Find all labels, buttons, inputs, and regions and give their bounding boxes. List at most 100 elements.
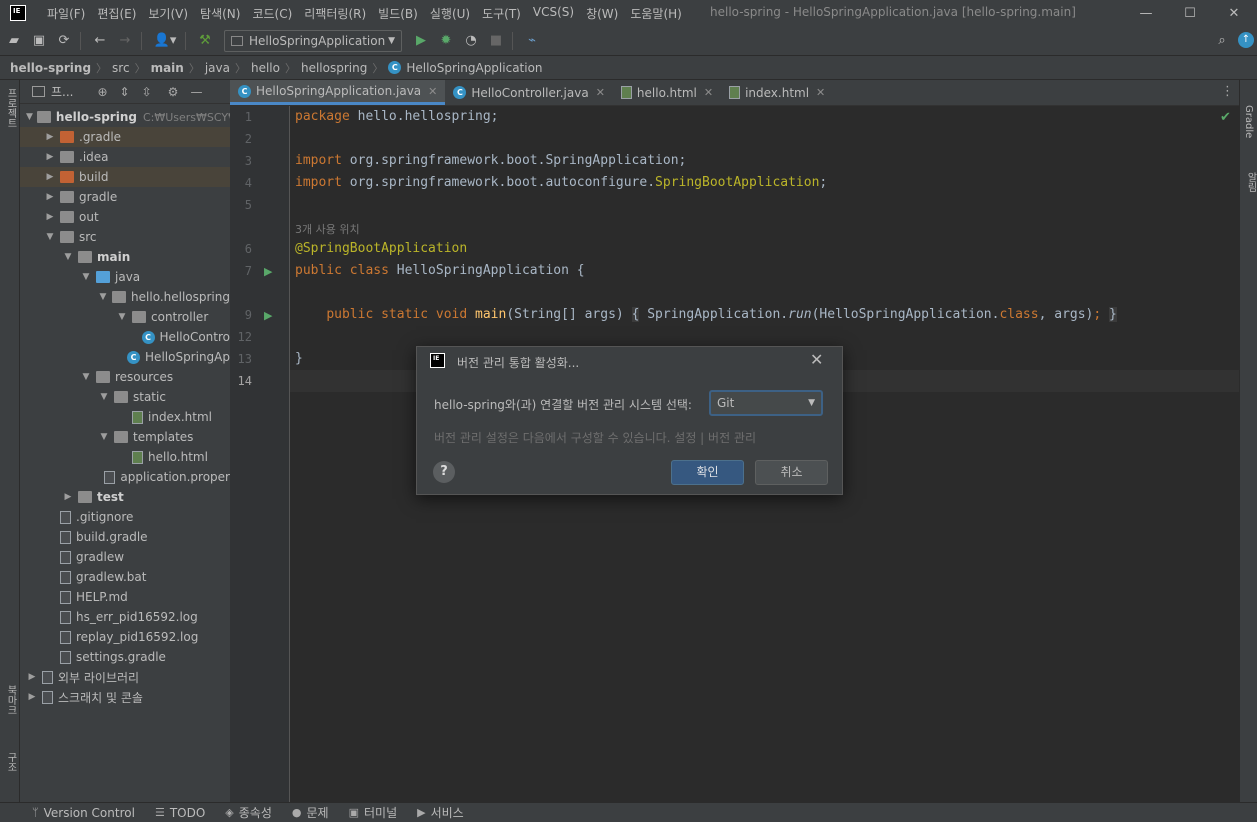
project-view-label[interactable]: 프... [51,83,73,100]
close-icon[interactable]: ✕ [810,350,823,369]
chevron-down-icon[interactable]: ▼ [98,432,110,442]
chevron-right-icon[interactable]: ▶ [44,132,56,142]
tree-item[interactable]: ▶ test [20,487,230,507]
tree-item[interactable]: application.proper [20,467,230,487]
menu-item[interactable]: VCS(S) [527,5,580,22]
menu-item[interactable]: 도구(T) [476,5,527,22]
vcs-select[interactable]: Git ▼ [709,390,823,416]
editor-tab[interactable]: hello.html ✕ [613,80,721,105]
coverage-icon[interactable]: ◔ [460,30,482,52]
back-icon[interactable]: ← [89,30,111,52]
expand-all-icon[interactable]: ⇕ [120,85,130,99]
tree-item[interactable]: gradlew.bat [20,567,230,587]
usage-hint[interactable]: 3개 사용 위치 [295,221,360,237]
tree-item[interactable]: C HelloSpringAp [20,347,230,367]
tree-item[interactable]: ▼ main [20,247,230,267]
minimize-button[interactable]: — [1124,0,1168,26]
gear-icon[interactable]: ⚙ [168,85,179,99]
chevron-right-icon[interactable]: ▶ [26,692,38,702]
cancel-button[interactable]: 취소 [755,460,828,485]
maximize-button[interactable]: ☐ [1168,0,1212,26]
run-icon[interactable]: ▶ [410,30,432,52]
menu-item[interactable]: 편집(E) [91,5,142,22]
tree-item[interactable]: replay_pid16592.log [20,627,230,647]
tree-item[interactable]: ▼ static [20,387,230,407]
sync-icon[interactable]: ⟳ [53,30,75,52]
breadcrumb-item[interactable]: src [112,61,130,75]
run-gutter-icon[interactable]: ▶ [264,265,272,278]
tree-item[interactable]: ▼ resources [20,367,230,387]
debug-icon[interactable]: ✹ [435,30,457,52]
tree-item[interactable]: ▶ build [20,167,230,187]
search-icon[interactable]: ⌕ [1211,30,1233,52]
user-icon[interactable]: 👤▾ [150,30,180,52]
chevron-down-icon[interactable]: ▼ [116,312,128,322]
menu-item[interactable]: 파일(F) [41,5,91,22]
stop-icon[interactable]: ■ [485,30,507,52]
chevron-down-icon[interactable]: ▼ [62,252,74,262]
vcs-icon[interactable]: ⌁ [521,30,543,52]
chevron-down-icon[interactable]: ▼ [98,292,108,302]
tree-item[interactable]: hello.html [20,447,230,467]
chevron-right-icon[interactable]: ▶ [44,172,56,182]
chevron-down-icon[interactable]: ▼ [98,392,110,402]
status-tool-tab[interactable]: ᛘ Version Control [32,806,135,820]
status-tool-tab[interactable]: ● 문제 [292,804,329,821]
locate-icon[interactable]: ⊕ [97,85,107,99]
status-tool-tab[interactable]: ▶ 서비스 [417,804,464,821]
chevron-down-icon[interactable]: ▼ [44,232,56,242]
open-folder-icon[interactable]: ▰ [3,30,25,52]
chevron-down-icon[interactable]: ▼ [80,372,92,382]
chevron-right-icon[interactable]: ▶ [44,212,56,222]
update-icon[interactable]: ↑ [1238,32,1254,48]
chevron-right-icon[interactable]: ▶ [62,492,74,502]
breadcrumb-item[interactable]: hellospring [301,61,367,75]
close-tab-icon[interactable]: ✕ [596,86,605,99]
menu-item[interactable]: 리팩터링(R) [298,5,372,22]
notifications-tool-tab[interactable]: 알림 [1243,172,1257,192]
tree-item[interactable]: index.html [20,407,230,427]
run-config-select[interactable]: HelloSpringApplication ▼ [224,29,402,52]
breadcrumb-item[interactable]: hello [251,61,280,75]
tree-item[interactable]: ▼ java [20,267,230,287]
tree-item[interactable]: settings.gradle [20,647,230,667]
menu-item[interactable]: 도움말(H) [624,5,688,22]
hide-icon[interactable]: — [190,85,202,99]
gradle-tool-tab[interactable]: Gradle [1243,105,1254,138]
menu-item[interactable]: 탐색(N) [194,5,246,22]
tree-item[interactable]: ▶ 스크래치 및 콘솔 [20,687,230,707]
tree-item[interactable]: C HelloContro [20,327,230,347]
tree-item[interactable]: build.gradle [20,527,230,547]
tree-item[interactable]: ▼ controller [20,307,230,327]
forward-icon[interactable]: → [114,30,136,52]
close-tab-icon[interactable]: ✕ [816,86,825,99]
status-tool-tab[interactable]: ◈ 종속성 [225,804,272,821]
close-tab-icon[interactable]: ✕ [428,85,437,98]
tree-item[interactable]: .gitignore [20,507,230,527]
tree-item[interactable]: HELP.md [20,587,230,607]
tree-item[interactable]: ▶ out [20,207,230,227]
chevron-right-icon[interactable]: ▶ [44,192,56,202]
tree-item[interactable]: ▶ gradle [20,187,230,207]
project-tool-tab[interactable]: 프로젝트 [3,88,18,128]
editor-tab[interactable]: index.html ✕ [721,80,833,105]
tree-item[interactable]: gradlew [20,547,230,567]
menu-item[interactable]: 코드(C) [246,5,298,22]
chevron-down-icon[interactable]: ▼ [80,272,92,282]
menu-item[interactable]: 빌드(B) [372,5,424,22]
menu-item[interactable]: 보기(V) [142,5,194,22]
collapse-all-icon[interactable]: ⇳ [142,85,152,99]
breadcrumb-item[interactable]: HelloSpringApplication [406,61,542,75]
close-window-button[interactable]: ✕ [1212,0,1256,26]
tree-item[interactable]: ▼ templates [20,427,230,447]
tree-item[interactable]: ▶ .gradle [20,127,230,147]
tree-item[interactable]: hs_err_pid16592.log [20,607,230,627]
close-tab-icon[interactable]: ✕ [704,86,713,99]
help-button[interactable]: ? [433,461,455,483]
build-hammer-icon[interactable]: ⚒ [194,30,216,52]
more-tabs-icon[interactable]: ⋮ [1221,84,1234,99]
ok-button[interactable]: 확인 [671,460,744,485]
run-gutter-icon[interactable]: ▶ [264,309,272,322]
breadcrumb-item[interactable]: hello-spring [10,61,91,75]
structure-tool-tab[interactable]: 구조 [3,752,18,772]
